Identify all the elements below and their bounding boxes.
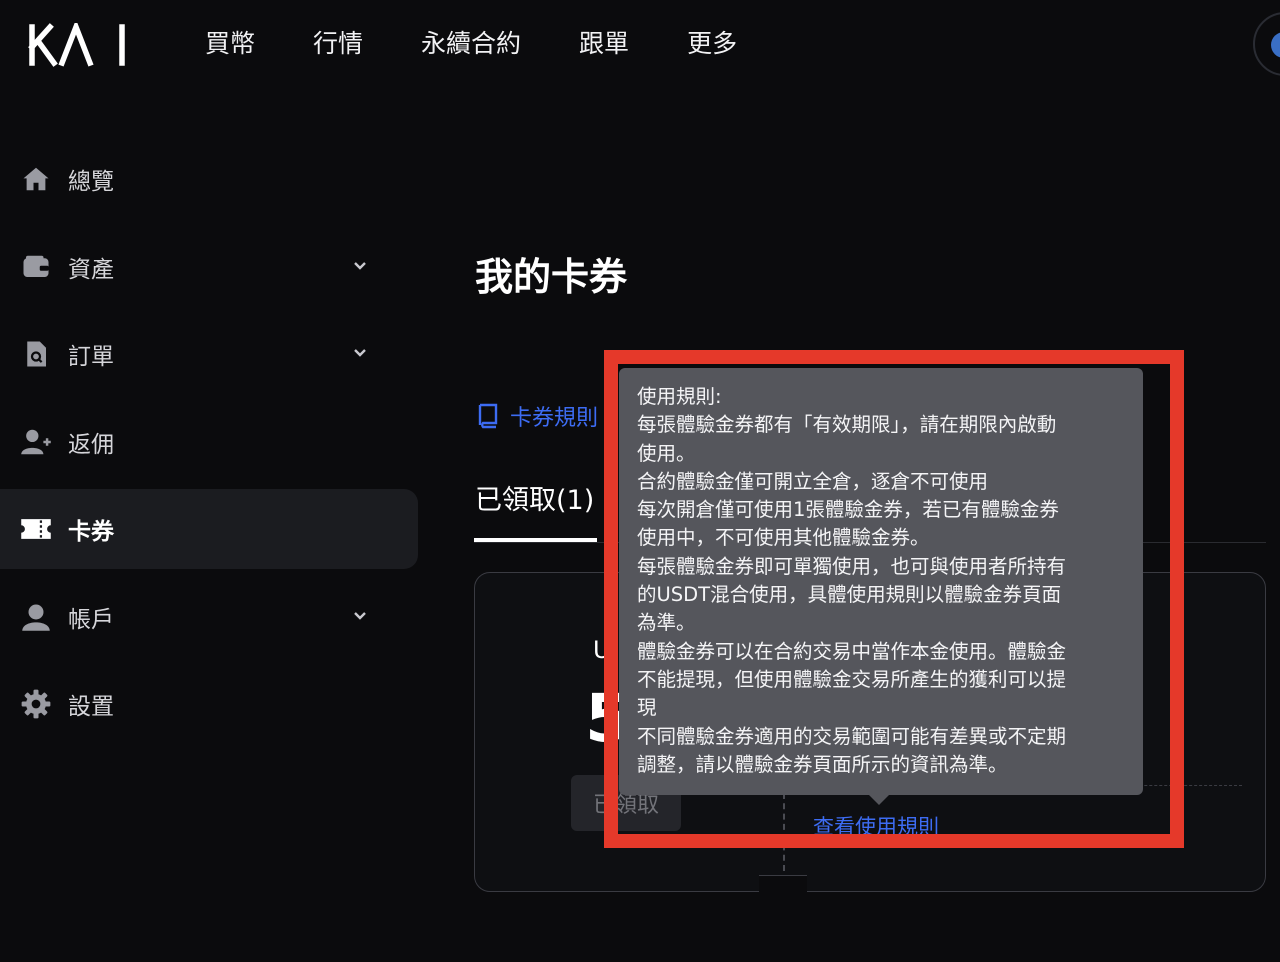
sidebar: 總覽 資產 訂單 返佣 卡券 帳戶 設置 (0, 139, 418, 752)
chevron-down-icon (354, 261, 366, 270)
home-icon (20, 163, 52, 195)
nav-more[interactable]: 更多 (687, 26, 737, 62)
nav-buy-crypto[interactable]: 買幣 (205, 26, 255, 62)
sidebar-item-label: 卡券 (68, 519, 114, 545)
user-icon (20, 601, 52, 633)
order-icon (20, 338, 52, 370)
sidebar-item-settings[interactable]: 設置 (0, 664, 418, 744)
tab-claimed[interactable]: 已領取(1) (475, 478, 594, 517)
top-navigation: 買幣 行情 永續合約 跟單 更多 (205, 26, 795, 62)
page: 買幣 行情 永續合約 跟單 更多 總覽 資產 訂單 返佣 卡券 帳戶 設置 我的… (0, 0, 1280, 962)
sidebar-item-label: 資產 (68, 256, 114, 283)
sidebar-item-coupons[interactable]: 卡券 (0, 489, 418, 569)
user-avatar[interactable] (1253, 12, 1280, 76)
nav-perpetual-futures[interactable]: 永續合約 (421, 26, 521, 62)
sidebar-item-label: 總覽 (68, 169, 114, 195)
wallet-icon (20, 251, 52, 283)
sidebar-item-label: 返佣 (68, 431, 114, 458)
sidebar-item-account[interactable]: 帳戶 (0, 577, 418, 657)
highlight-annotation-box (604, 350, 1184, 848)
sidebar-item-overview[interactable]: 總覽 (0, 139, 418, 219)
coupon-notch (759, 875, 807, 895)
sidebar-item-label: 設置 (68, 694, 114, 720)
sidebar-item-orders[interactable]: 訂單 (0, 314, 418, 394)
gear-icon (20, 688, 52, 720)
ticket-icon (20, 513, 52, 545)
coupon-rules-link[interactable]: 卡券規則 (476, 400, 598, 432)
chevron-down-icon (354, 349, 366, 357)
coupon-rules-label: 卡券規則 (510, 406, 599, 431)
book-icon (478, 403, 498, 429)
nav-markets[interactable]: 行情 (313, 26, 363, 62)
sidebar-item-assets[interactable]: 資產 (0, 227, 418, 307)
page-title: 我的卡券 (475, 255, 628, 299)
kai-logo[interactable] (28, 23, 128, 67)
chevron-down-icon (354, 611, 366, 620)
sidebar-item-label: 訂單 (68, 344, 114, 370)
sidebar-item-rebate[interactable]: 返佣 (0, 402, 418, 482)
sidebar-item-label: 帳戶 (68, 606, 114, 633)
nav-copy-trading[interactable]: 跟單 (579, 26, 629, 62)
add-user-icon (20, 426, 52, 458)
